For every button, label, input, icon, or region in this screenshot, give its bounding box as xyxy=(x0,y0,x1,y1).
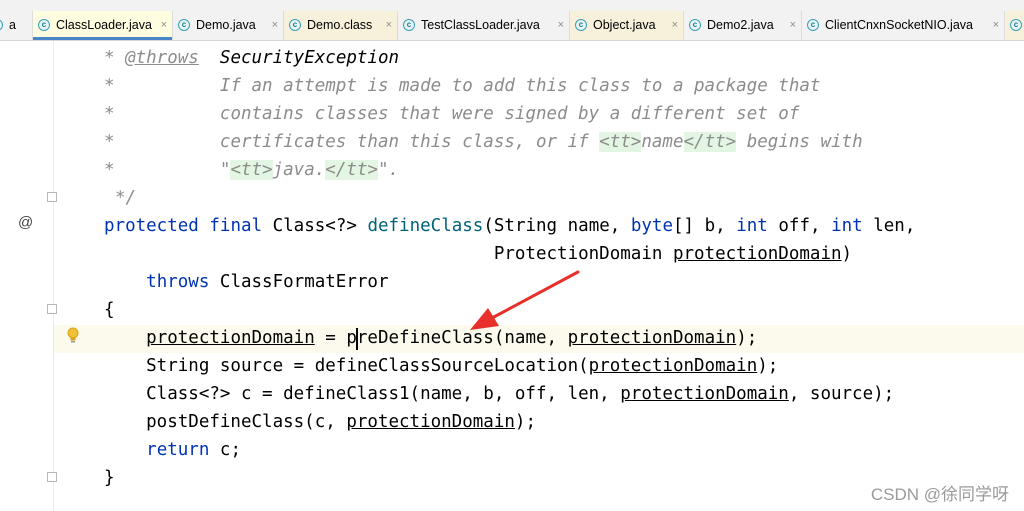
annotation-arrow xyxy=(470,270,580,330)
watermark: CSDN @徐同学呀 xyxy=(870,485,1009,504)
